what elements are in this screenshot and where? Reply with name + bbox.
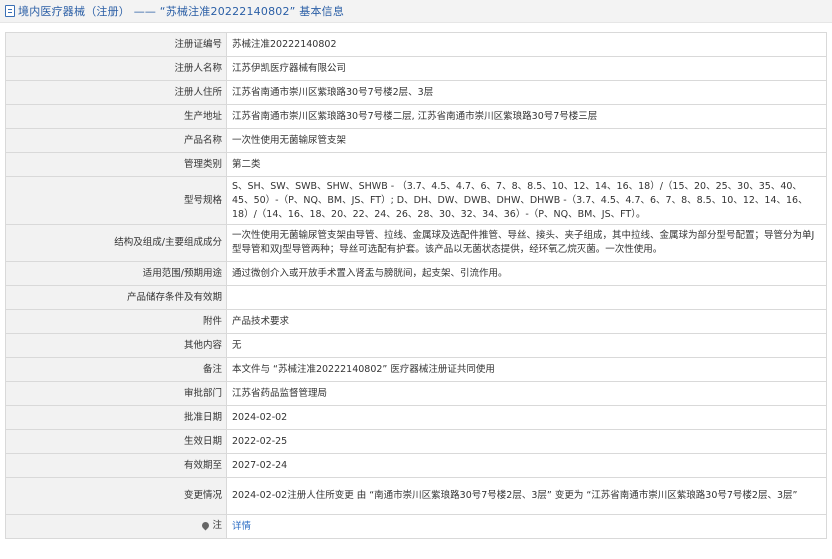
table-row-note: 注 详情 [5, 514, 827, 539]
row-label: 注册证编号 [5, 32, 227, 57]
note-label: 注 [201, 519, 222, 533]
row-label: 附件 [5, 309, 227, 334]
row-label: 产品名称 [5, 128, 227, 153]
row-value: 通过微创介入或开放手术置入肾盂与膀胱间，起支架、引流作用。 [226, 261, 827, 286]
info-table: 注册证编号 苏械注准20222140802 注册人名称 江苏伊凯医疗器械有限公司… [5, 32, 827, 539]
row-label: 注册人名称 [5, 56, 227, 81]
row-value: 无 [226, 333, 827, 358]
row-label: 变更情况 [5, 477, 227, 515]
row-label: 结构及组成/主要组成成分 [5, 224, 227, 262]
page-header: 境内医疗器械（注册） —— “苏械注准20222140802” 基本信息 [0, 0, 832, 23]
row-value [226, 285, 827, 310]
row-value: 2027-02-24 [226, 453, 827, 478]
note-label-cell: 注 [5, 514, 227, 539]
row-label: 备注 [5, 357, 227, 382]
table-row: 注册人住所 江苏省南通市崇川区紫琅路30号7号楼2层、3层 [5, 80, 827, 105]
pin-icon [201, 520, 211, 531]
table-row: 注册人名称 江苏伊凯医疗器械有限公司 [5, 56, 827, 81]
table-row: 其他内容 无 [5, 333, 827, 358]
table-row: 有效期至 2027-02-24 [5, 453, 827, 478]
table-row: 附件 产品技术要求 [5, 309, 827, 334]
table-row: 适用范围/预期用途 通过微创介入或开放手术置入肾盂与膀胱间，起支架、引流作用。 [5, 261, 827, 286]
table-row: 管理类别 第二类 [5, 152, 827, 177]
table-row: 生效日期 2022-02-25 [5, 429, 827, 454]
table-row: 生产地址 江苏省南通市崇川区紫琅路30号7号楼二层, 江苏省南通市崇川区紫琅路3… [5, 104, 827, 129]
note-value-cell: 详情 [226, 514, 827, 539]
table-row: 批准日期 2024-02-02 [5, 405, 827, 430]
row-value: 2024-02-02 [226, 405, 827, 430]
row-value: 第二类 [226, 152, 827, 177]
row-label: 适用范围/预期用途 [5, 261, 227, 286]
row-value: 江苏省南通市崇川区紫琅路30号7号楼2层、3层 [226, 80, 827, 105]
row-value: 江苏省药品监督管理局 [226, 381, 827, 406]
row-label: 生效日期 [5, 429, 227, 454]
row-value: 一次性使用无菌输尿管支架由导管、拉线、金属球及选配件推管、导丝、接头、夹子组成，… [226, 224, 827, 262]
table-row: 变更情况 2024-02-02注册人住所变更 由 “南通市崇川区紫琅路30号7号… [5, 477, 827, 515]
row-value: 江苏伊凯医疗器械有限公司 [226, 56, 827, 81]
row-label: 产品储存条件及有效期 [5, 285, 227, 310]
row-value: 江苏省南通市崇川区紫琅路30号7号楼二层, 江苏省南通市崇川区紫琅路30号7号楼… [226, 104, 827, 129]
row-value: 2022-02-25 [226, 429, 827, 454]
row-value: 产品技术要求 [226, 309, 827, 334]
row-label: 有效期至 [5, 453, 227, 478]
row-label: 批准日期 [5, 405, 227, 430]
table-row: 注册证编号 苏械注准20222140802 [5, 32, 827, 57]
note-label-text: 注 [212, 519, 222, 531]
table-row: 结构及组成/主要组成成分 一次性使用无菌输尿管支架由导管、拉线、金属球及选配件推… [5, 224, 827, 262]
row-value: 苏械注准20222140802 [226, 32, 827, 57]
row-value: 一次性使用无菌输尿管支架 [226, 128, 827, 153]
table-row: 产品储存条件及有效期 [5, 285, 827, 310]
document-icon [5, 5, 15, 17]
row-label: 审批部门 [5, 381, 227, 406]
row-label: 型号规格 [5, 176, 227, 225]
table-row: 审批部门 江苏省药品监督管理局 [5, 381, 827, 406]
row-label: 注册人住所 [5, 80, 227, 105]
row-value: 2024-02-02注册人住所变更 由 “南通市崇川区紫琅路30号7号楼2层、3… [226, 477, 827, 515]
row-label: 生产地址 [5, 104, 227, 129]
table-row: 产品名称 一次性使用无菌输尿管支架 [5, 128, 827, 153]
row-value: S、SH、SW、SWB、SHW、SHWB - （3.7、4.5、4.7、6、7、… [226, 176, 827, 225]
table-row: 型号规格 S、SH、SW、SWB、SHW、SHWB - （3.7、4.5、4.7… [5, 176, 827, 225]
table-row: 备注 本文件与 “苏械注准20222140802” 医疗器械注册证共同使用 [5, 357, 827, 382]
row-label: 其他内容 [5, 333, 227, 358]
page-title: 境内医疗器械（注册） —— “苏械注准20222140802” 基本信息 [18, 5, 345, 18]
row-label: 管理类别 [5, 152, 227, 177]
row-value: 本文件与 “苏械注准20222140802” 医疗器械注册证共同使用 [226, 357, 827, 382]
details-link[interactable]: 详情 [232, 521, 251, 532]
